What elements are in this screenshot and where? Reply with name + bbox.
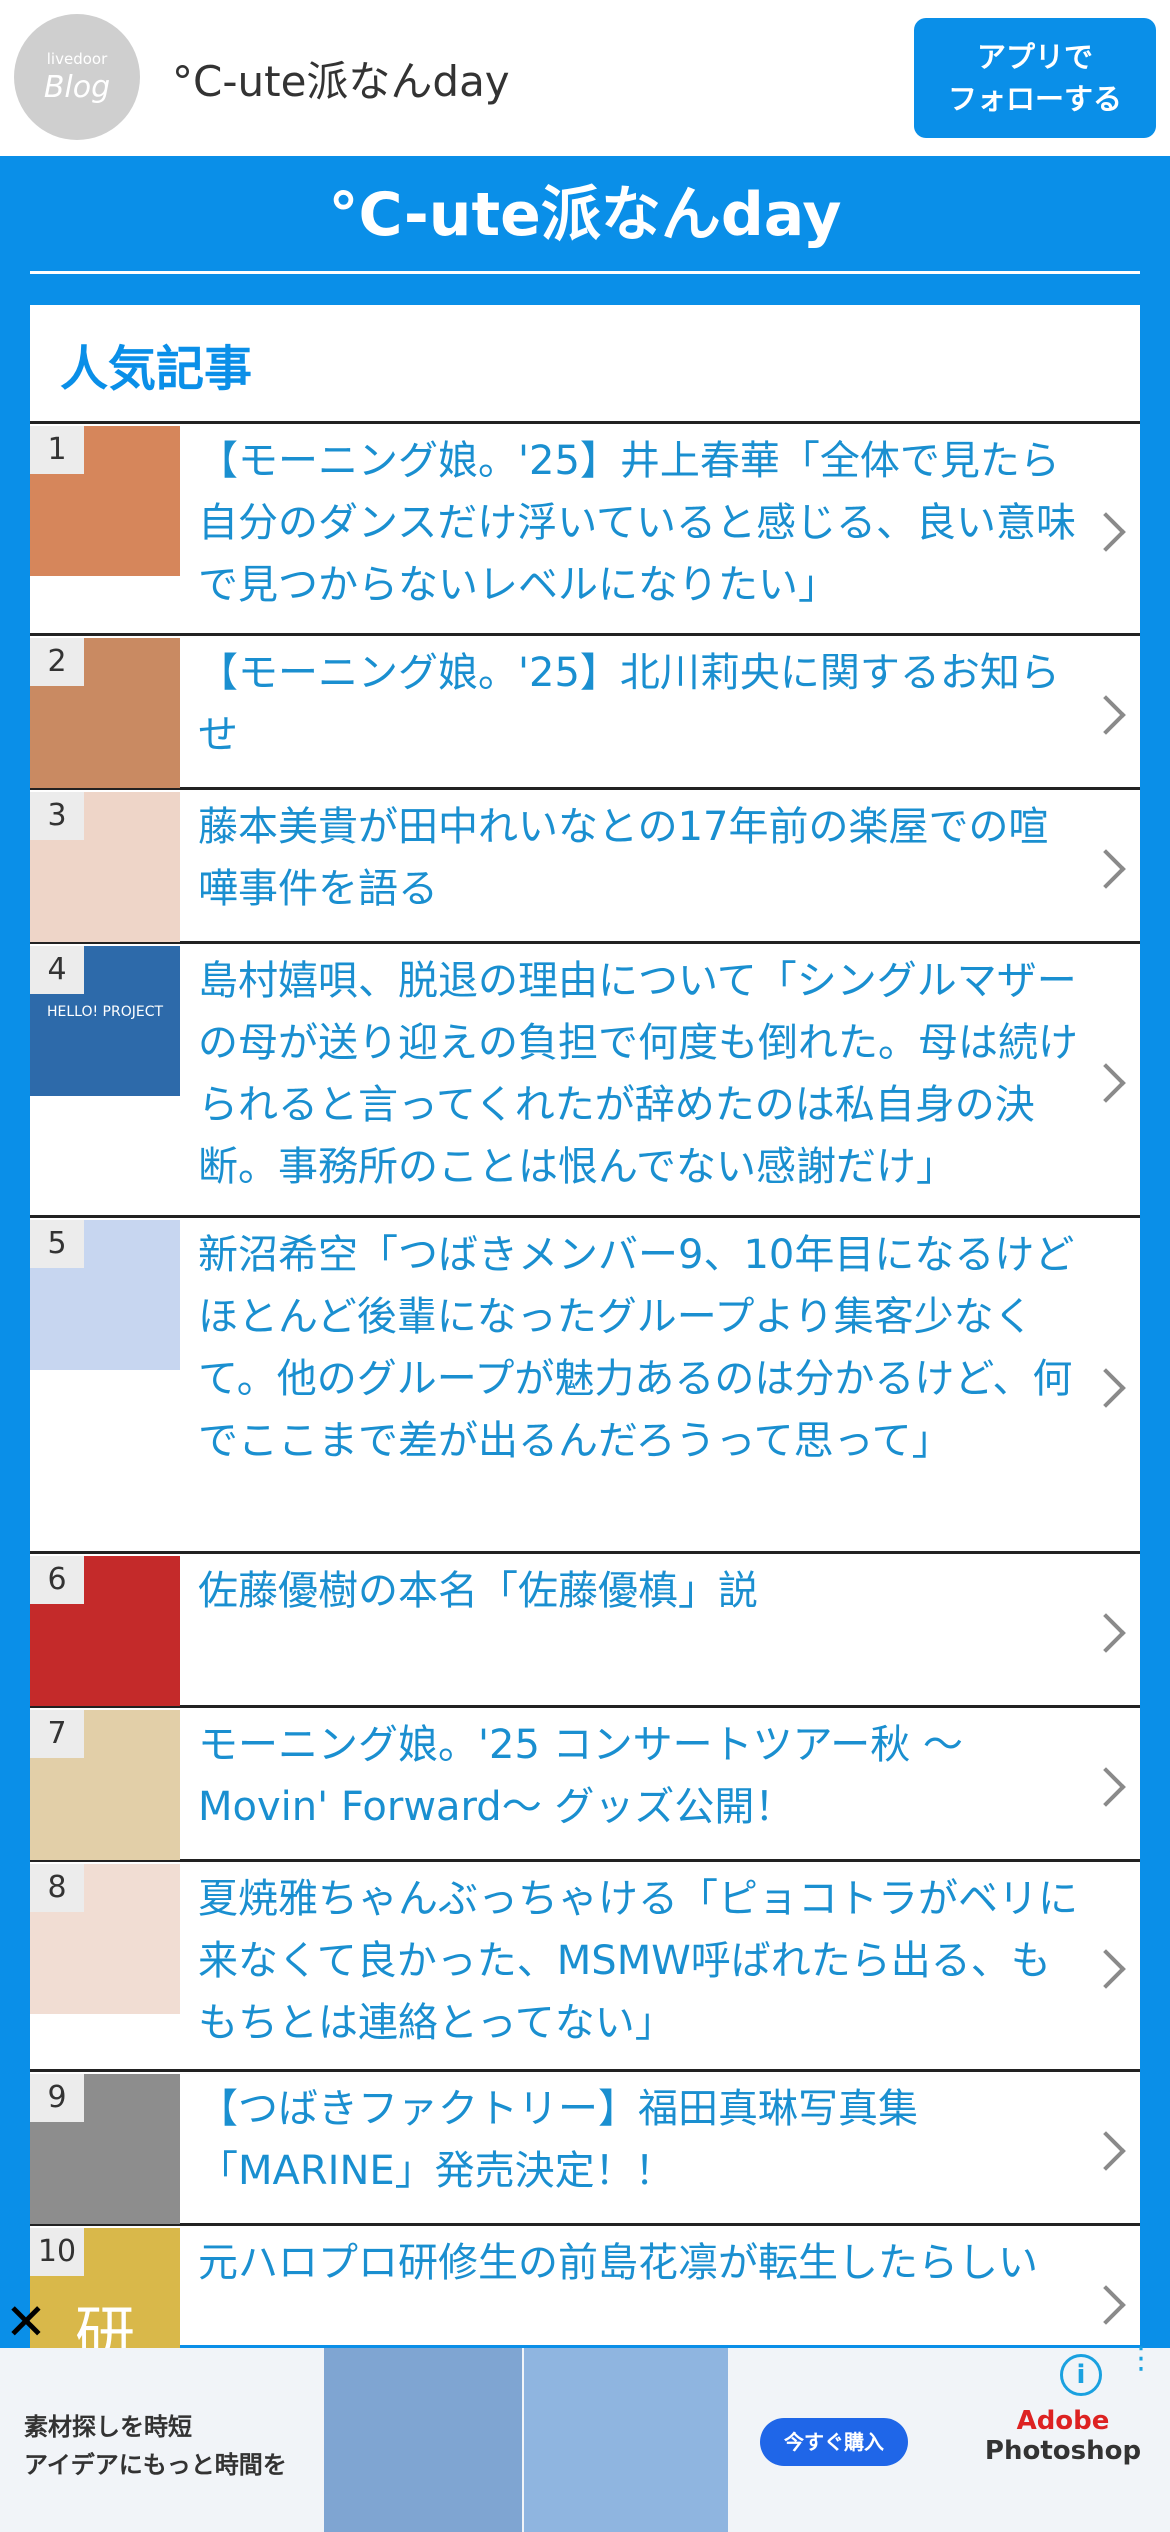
article-thumbnail: 7 xyxy=(30,1710,180,1860)
rank-badge: 1 xyxy=(30,426,84,474)
ad-image-right xyxy=(524,2348,728,2532)
article-title-link[interactable]: 【モーニング娘。'25】北川莉央に関するお知らせ xyxy=(198,642,1088,766)
article-title-link[interactable]: 新沼希空「つばきメンバー9、10年目になるけどほとんど後輩になったグループより集… xyxy=(198,1224,1088,1472)
ad-banner[interactable]: 素材探しを時短 アイデアにもっと時間を 今すぐ購入 Adobe Photosho… xyxy=(0,2344,1170,2532)
rank-badge: 5 xyxy=(30,1220,84,1268)
ad-brand-logo: Adobe Photoshop xyxy=(968,2406,1158,2466)
article-thumbnail: HELLO! PROJECT 4 xyxy=(30,946,180,1096)
follow-button-line2: フォローする xyxy=(947,82,1122,116)
close-ad-icon[interactable]: ✕ xyxy=(4,2297,48,2347)
article-title-link[interactable]: 【モーニング娘。'25】井上春華「全体で見たら自分のダンスだけ浮いていると感じる… xyxy=(198,430,1088,616)
article-thumbnail: 8 xyxy=(30,1864,180,2014)
ad-brand-line2: Photoshop xyxy=(984,2436,1142,2466)
site-title-link[interactable]: °C-ute派なんday xyxy=(172,48,510,109)
rank-badge: 3 xyxy=(30,792,84,840)
livedoor-blog-logo[interactable]: livedoor Blog xyxy=(14,14,140,140)
popular-article-item[interactable]: 7 モーニング娘。'25 コンサートツアー秋 〜Movin' Forward〜 グ… xyxy=(30,1708,1140,1862)
chevron-right-icon xyxy=(1086,1063,1126,1103)
top-header: livedoor Blog °C-ute派なんday アプリで フォローする xyxy=(0,0,1170,156)
article-thumbnail: 3 xyxy=(30,792,180,942)
rank-badge: 6 xyxy=(30,1556,84,1604)
article-title-link[interactable]: 夏焼雅ちゃんぶっちゃける「ピョコトラがベリに来なくて良かった、MSMW呼ばれたら… xyxy=(198,1868,1088,2054)
popular-article-item[interactable]: 1 【モーニング娘。'25】井上春華「全体で見たら自分のダンスだけ浮いていると感じ… xyxy=(30,424,1140,636)
chevron-right-icon xyxy=(1086,2131,1126,2171)
rank-badge: 2 xyxy=(30,638,84,686)
popular-article-item[interactable]: 5 新沼希空「つばきメンバー9、10年目になるけどほとんど後輩になったグループより… xyxy=(30,1218,1140,1554)
article-thumbnail: 2 xyxy=(30,638,180,788)
rank-badge: 8 xyxy=(30,1864,84,1912)
article-thumbnail: 1 xyxy=(30,426,180,576)
follow-button-line1: アプリで xyxy=(976,40,1093,74)
chevron-right-icon xyxy=(1086,1949,1126,1989)
chevron-right-icon xyxy=(1086,1368,1126,1408)
article-title-link[interactable]: 佐藤優樹の本名「佐藤優槙」説 xyxy=(198,1560,1088,1622)
article-title-link[interactable]: 元ハロプロ研修生の前島花凛が転生したらしい xyxy=(198,2232,1088,2294)
rank-badge: 9 xyxy=(30,2074,84,2122)
article-title-link[interactable]: 島村嬉唄、脱退の理由について「シングルマザーの母が送り迎えの負担で何度も倒れた。… xyxy=(198,950,1088,1198)
rank-badge: 7 xyxy=(30,1710,84,1758)
popular-articles-heading: 人気記事 xyxy=(60,341,253,397)
article-title-link[interactable]: 藤本美貴が田中れいなとの17年前の楽屋での喧嘩事件を語る xyxy=(198,796,1088,920)
chevron-right-icon xyxy=(1086,695,1126,735)
ad-copy-line2: アイデアにもっと時間を xyxy=(24,2451,287,2479)
rank-badge: 4 xyxy=(30,946,84,994)
article-title-link[interactable]: モーニング娘。'25 コンサートツアー秋 〜Movin' Forward〜 グッ… xyxy=(198,1714,1088,1838)
chevron-right-icon xyxy=(1086,512,1126,552)
article-title-link[interactable]: 【つばきファクトリー】福田真琳写真集「MARINE」発売決定！！ xyxy=(198,2078,1088,2202)
popular-articles-list: 1 【モーニング娘。'25】井上春華「全体で見たら自分のダンスだけ浮いていると感じ… xyxy=(30,424,1140,2380)
logo-small-text: livedoor xyxy=(46,50,108,68)
popular-articles-header: 人気記事 xyxy=(30,305,1140,424)
popular-article-item[interactable]: 2 【モーニング娘。'25】北川莉央に関するお知らせ xyxy=(30,636,1140,790)
ad-info-icon[interactable]: i xyxy=(1060,2354,1102,2396)
chevron-right-icon xyxy=(1086,849,1126,889)
popular-article-item[interactable]: 8 夏焼雅ちゃんぶっちゃける「ピョコトラがベリに来なくて良かった、MSMW呼ばれた… xyxy=(30,1862,1140,2072)
banner-divider xyxy=(30,271,1140,274)
popular-articles-panel: 人気記事 1 【モーニング娘。'25】井上春華「全体で見たら自分のダンスだけ浮いて… xyxy=(30,305,1140,2380)
ad-image-left xyxy=(324,2348,522,2532)
article-thumbnail: 9 xyxy=(30,2074,180,2224)
article-thumbnail: 6 xyxy=(30,1556,180,1706)
ad-buy-button[interactable]: 今すぐ購入 xyxy=(760,2418,908,2466)
thumbnail-caption: HELLO! PROJECT xyxy=(46,1004,164,1020)
ad-menu-icon[interactable]: ⋮ xyxy=(1126,2344,1156,2374)
chevron-right-icon xyxy=(1086,1613,1126,1653)
rank-badge: 10 xyxy=(30,2228,84,2276)
popular-article-item[interactable]: HELLO! PROJECT 4 島村嬉唄、脱退の理由について「シングルマザーの母が… xyxy=(30,944,1140,1218)
chevron-right-icon xyxy=(1086,1767,1126,1807)
article-thumbnail: 5 xyxy=(30,1220,180,1370)
popular-article-item[interactable]: 6 佐藤優樹の本名「佐藤優槙」説 xyxy=(30,1554,1140,1708)
logo-big-text: Blog xyxy=(43,70,111,105)
ad-copy-line1: 素材探しを時短 xyxy=(24,2413,192,2441)
popular-article-item[interactable]: 3 藤本美貴が田中れいなとの17年前の楽屋での喧嘩事件を語る xyxy=(30,790,1140,944)
popular-article-item[interactable]: 9 【つばきファクトリー】福田真琳写真集「MARINE」発売決定！！ xyxy=(30,2072,1140,2226)
blog-banner-title[interactable]: °C-ute派なんday xyxy=(0,166,1170,253)
chevron-right-icon xyxy=(1086,2285,1126,2325)
ad-copy: 素材探しを時短 アイデアにもっと時間を xyxy=(24,2408,287,2484)
follow-in-app-button[interactable]: アプリで フォローする xyxy=(914,18,1156,138)
ad-brand-line1: Adobe xyxy=(1016,2406,1110,2436)
